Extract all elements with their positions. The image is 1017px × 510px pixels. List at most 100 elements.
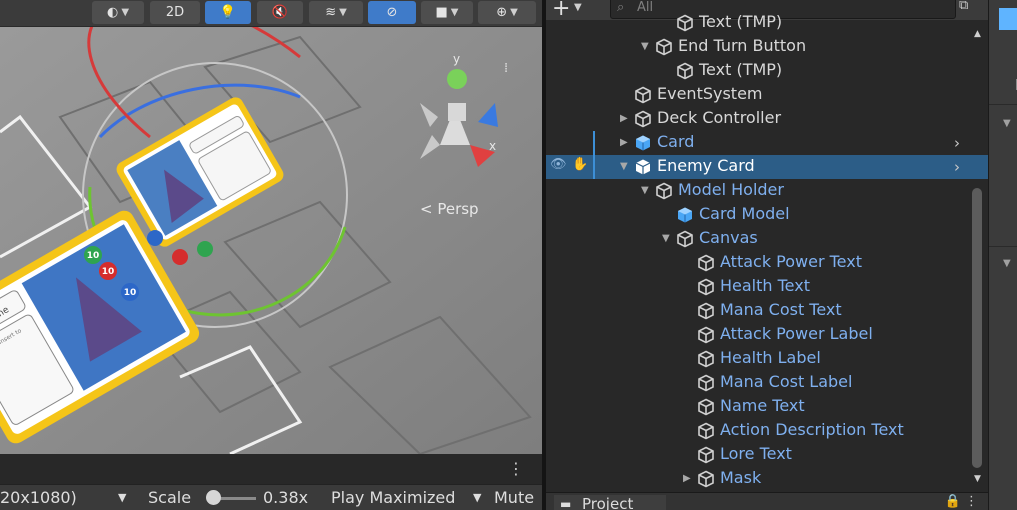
hierarchy-item-label: Name Text [720, 396, 805, 415]
hierarchy-item[interactable]: ▶ Card › [546, 131, 988, 155]
visibility-icon[interactable]: 👁 [550, 157, 567, 172]
gameobject-icon [697, 422, 715, 440]
visibility-icon: ⊘ [386, 5, 398, 20]
scene-view[interactable]: ◐ ▼ 2D 💡 🔇 ≋ ▼ ⊘ ■ ▼ ⊕ ▼ 10 10 10 y x ⁞ … [0, 0, 542, 510]
chevron-down-icon[interactable]: ▼ [473, 491, 481, 504]
resolution-dropdown[interactable]: 20x1080) [0, 488, 77, 507]
persp-label[interactable]: < Persp [420, 200, 479, 218]
gizmos-button[interactable]: ⊕ ▼ [478, 1, 536, 24]
hierarchy-item[interactable]: ▼ End Turn Button [546, 35, 988, 59]
lock-icon[interactable]: ⁞ [504, 61, 508, 76]
collapse-arrow-icon[interactable]: ▶ [683, 473, 691, 484]
pickability-icon[interactable]: ✋ [572, 157, 588, 172]
lighting-toggle[interactable]: 💡 [205, 1, 251, 24]
play-mode-dropdown[interactable]: Play Maximized [331, 488, 455, 507]
collapse-arrow-icon[interactable]: ▶ [620, 137, 628, 148]
prefab-icon [634, 158, 652, 176]
divider [989, 246, 1017, 247]
hierarchy-item[interactable]: Name Text [546, 395, 988, 419]
scale-value: 0.38x [263, 488, 309, 507]
mute-toggle[interactable]: Mute [494, 488, 534, 507]
tab-project-label: Project [582, 495, 634, 510]
hierarchy-item[interactable]: Text (TMP) [546, 11, 988, 35]
hierarchy-item-label: Canvas [699, 228, 758, 247]
hierarchy-item[interactable]: Health Label [546, 347, 988, 371]
audio-mute-icon: 🔇 [271, 5, 289, 20]
hierarchy-item[interactable]: Card Model [546, 203, 988, 227]
hierarchy-item[interactable]: Health Text [546, 275, 988, 299]
open-prefab-icon[interactable]: › [954, 134, 960, 152]
camera-icon: ■ [435, 5, 448, 20]
divider [989, 104, 1017, 105]
hierarchy-item[interactable]: 👁 ✋ ▼ Enemy Card › [546, 155, 988, 179]
scale-slider-thumb[interactable] [206, 490, 221, 505]
hierarchy-item-label: Attack Power Label [720, 324, 873, 343]
chevron-down-icon: ▼ [510, 7, 518, 18]
gameobject-icon [676, 14, 694, 32]
hierarchy-item-label: Card [657, 132, 695, 151]
shading-mode-icon: ◐ [106, 5, 119, 20]
hierarchy-item[interactable]: Attack Power Label [546, 323, 988, 347]
mode-2d-button[interactable]: 2D [150, 1, 200, 24]
lighting-bulb-icon: 💡 [219, 5, 237, 20]
gameobject-icon [655, 182, 673, 200]
open-prefab-icon[interactable]: › [954, 158, 960, 176]
collapse-arrow-icon[interactable]: ▶ [620, 113, 628, 124]
hierarchy-item[interactable]: ▶ Deck Controller [546, 107, 988, 131]
audio-toggle[interactable]: 🔇 [257, 1, 303, 24]
mode-2d-label: 2D [165, 5, 185, 20]
hierarchy-item[interactable]: Text (TMP) [546, 59, 988, 83]
hierarchy-item[interactable]: ▶ Mask [546, 467, 988, 491]
gameobject-icon [697, 446, 715, 464]
chevron-down-icon[interactable]: ▼ [1003, 118, 1011, 129]
hierarchy-item-label: Mask [720, 468, 762, 487]
inspector-panel: P ▼ ▼ [988, 0, 1017, 510]
hierarchy-item-label: Text (TMP) [699, 12, 783, 31]
prefab-icon [676, 206, 694, 224]
scroll-down-icon[interactable]: ▼ [974, 474, 981, 484]
folder-icon: ▬ [560, 497, 572, 510]
scene-viewport[interactable]: Card Name Place to Insert to 10 10 10 [0, 0, 542, 456]
hierarchy-item[interactable]: ▼ Model Holder [546, 179, 988, 203]
scrollbar-thumb[interactable] [972, 188, 982, 468]
gameobject-icon [634, 110, 652, 128]
hierarchy-item[interactable]: EventSystem [546, 83, 988, 107]
chevron-down-icon: ▼ [121, 7, 130, 18]
tab-project[interactable]: ▬ Project [554, 495, 666, 510]
more-options-icon[interactable]: ⋮ [508, 459, 524, 478]
expand-arrow-icon[interactable]: ▼ [641, 185, 649, 196]
gameobject-icon [676, 230, 694, 248]
expand-arrow-icon[interactable]: ▼ [620, 161, 628, 172]
mana-badge: 10 [124, 288, 137, 298]
gameobject-icon [697, 254, 715, 272]
hierarchy-item[interactable]: ▼ Canvas [546, 227, 988, 251]
hierarchy-item[interactable]: Mana Cost Label [546, 371, 988, 395]
hierarchy-item[interactable]: Lore Text [546, 443, 988, 467]
camera-button[interactable]: ■ ▼ [421, 1, 473, 24]
hierarchy-item-label: Enemy Card [657, 156, 755, 175]
hierarchy-item[interactable]: Action Description Text [546, 419, 988, 443]
scroll-up-icon[interactable]: ▲ [974, 29, 981, 39]
prefab-override-marker [593, 131, 595, 155]
scale-label: Scale [148, 488, 192, 507]
project-panel-header: ▬ Project 🔒 ⋮ [546, 492, 988, 510]
hierarchy-item[interactable]: Attack Power Text [546, 251, 988, 275]
hierarchy-item-label: EventSystem [657, 84, 763, 103]
gameobject-icon [697, 350, 715, 368]
game-view-toolbar: 20x1080) ▼ Scale 0.38x Play Maximized ▼ … [0, 484, 542, 510]
scene-toolbar: ◐ ▼ 2D 💡 🔇 ≋ ▼ ⊘ ■ ▼ ⊕ ▼ [0, 0, 542, 27]
visibility-toggle[interactable]: ⊘ [368, 1, 416, 24]
hierarchy-item-label: Attack Power Text [720, 252, 862, 271]
hierarchy-item-label: Lore Text [720, 444, 792, 463]
hierarchy-item-label: Model Holder [678, 180, 784, 199]
expand-arrow-icon[interactable]: ▼ [641, 41, 649, 52]
chevron-down-icon[interactable]: ▼ [118, 491, 126, 504]
effects-button[interactable]: ≋ ▼ [309, 1, 363, 24]
expand-arrow-icon[interactable]: ▼ [662, 233, 670, 244]
hierarchy-item[interactable]: Mana Cost Text [546, 299, 988, 323]
lock-icon[interactable]: 🔒 ⋮ [945, 494, 978, 509]
chevron-down-icon[interactable]: ▼ [1003, 258, 1011, 269]
hierarchy-item-label: Action Description Text [720, 420, 904, 439]
hierarchy-item-label: Mana Cost Label [720, 372, 853, 391]
shading-mode-button[interactable]: ◐ ▼ [92, 1, 144, 24]
